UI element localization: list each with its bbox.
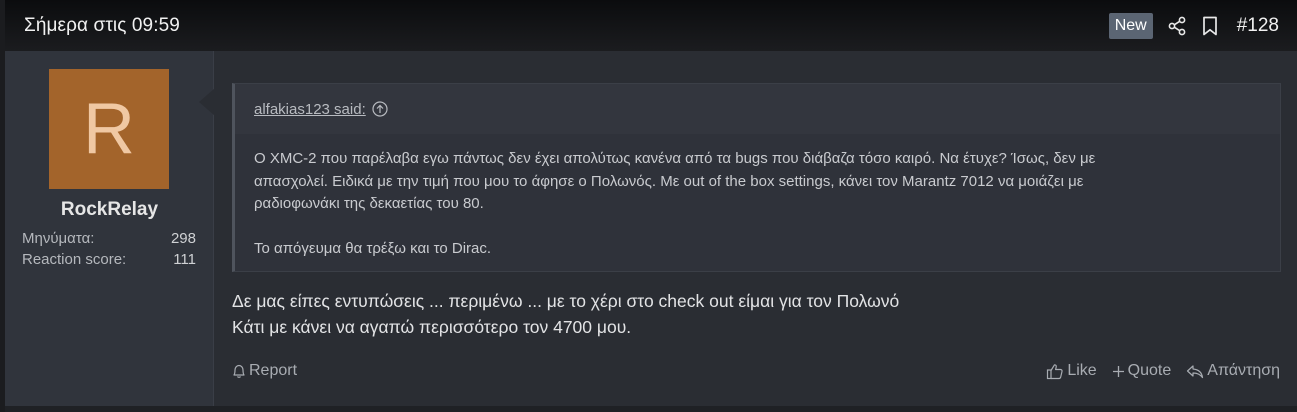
post-header-bar: Σήμερα στις 09:59 New #128 bbox=[5, 0, 1297, 51]
arrow-up-circle-icon[interactable] bbox=[372, 101, 388, 117]
bookmark-icon[interactable] bbox=[1201, 16, 1219, 36]
avatar[interactable]: R bbox=[49, 69, 169, 189]
post-number-link[interactable]: #128 bbox=[1237, 15, 1279, 37]
stat-value: 298 bbox=[170, 230, 196, 247]
reply-button[interactable]: Απάντηση bbox=[1186, 362, 1280, 380]
stat-reaction-score: Reaction score: 111 bbox=[22, 251, 196, 268]
post-actions: Like Quote Απάντηση bbox=[1046, 362, 1280, 380]
quote-line: Το απόγευμα θα τρέξω και το Dirac. bbox=[254, 239, 492, 257]
quote-content: Ο XMC-2 που παρέλαβα εγω πάντως δεν έχει… bbox=[235, 134, 1280, 260]
bell-icon bbox=[232, 363, 246, 379]
quote-block: alfakias123 said: Ο XMC-2 που παρέλαβα ε… bbox=[232, 83, 1281, 272]
like-label: Like bbox=[1067, 362, 1097, 379]
like-button[interactable]: Like bbox=[1046, 362, 1097, 380]
user-pointer-arrow bbox=[199, 88, 215, 116]
reply-label: Απάντηση bbox=[1207, 362, 1280, 379]
new-badge: New bbox=[1108, 12, 1153, 39]
quote-line: ραδιοφωνάκι της δεκαετίας του 80. bbox=[254, 195, 484, 212]
quote-label: Quote bbox=[1127, 362, 1172, 379]
user-info-column: R RockRelay Μηνύματα: 298 Reaction score… bbox=[5, 51, 214, 406]
quote-author-link[interactable]: alfakias123 said: bbox=[254, 101, 366, 118]
post-timestamp[interactable]: Σήμερα στις 09:59 bbox=[24, 15, 180, 37]
share-icon[interactable] bbox=[1167, 16, 1187, 36]
plus-icon bbox=[1112, 365, 1125, 378]
quote-line: απασχολεί. Ειδικά με την τιμή που μου το… bbox=[254, 172, 1084, 190]
quote-header: alfakias123 said: bbox=[235, 84, 1280, 134]
post-message: Δε μας είπες εντυπώσεις ... περιμένω ...… bbox=[232, 288, 899, 340]
stat-value: 111 bbox=[173, 251, 196, 268]
stat-messages: Μηνύματα: 298 bbox=[22, 230, 196, 247]
quote-line: Ο XMC-2 που παρέλαβα εγω πάντως δεν έχει… bbox=[254, 150, 1096, 167]
stat-label: Μηνύματα: bbox=[22, 230, 95, 247]
message-line: Δε μας είπες εντυπώσεις ... περιμένω ...… bbox=[232, 291, 900, 311]
report-label: Report bbox=[249, 362, 298, 379]
report-button[interactable]: Report bbox=[232, 362, 297, 380]
username[interactable]: RockRelay bbox=[5, 199, 214, 221]
stat-label: Reaction score: bbox=[22, 251, 127, 268]
thumbs-up-icon bbox=[1046, 363, 1064, 380]
post-bottom-divider bbox=[5, 406, 1297, 412]
reply-icon bbox=[1186, 364, 1204, 379]
quote-button[interactable]: Quote bbox=[1112, 362, 1172, 380]
post-header-actions: New #128 bbox=[1108, 12, 1279, 39]
message-line: Κάτι με κάνει να αγαπώ περισσότερο τον 4… bbox=[232, 317, 632, 337]
